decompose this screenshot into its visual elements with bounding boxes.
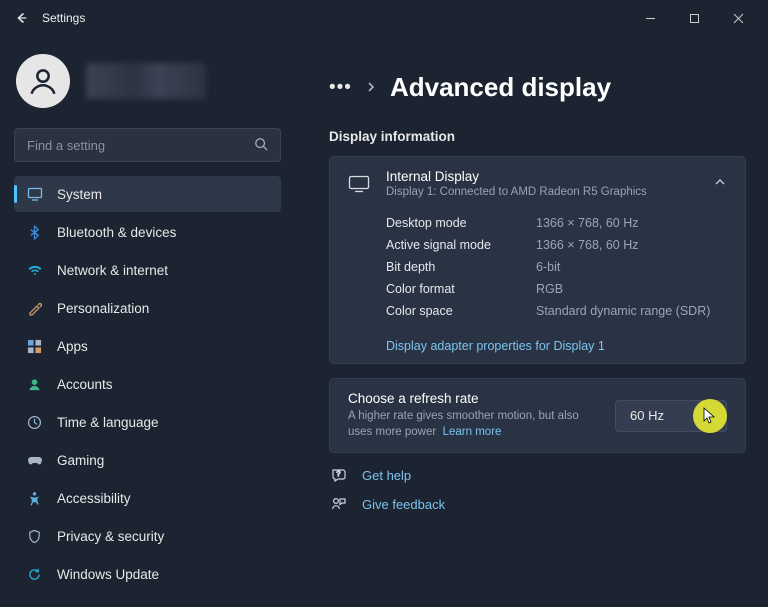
info-value: RGB: [536, 282, 563, 296]
refresh-subtitle: A higher rate gives smoother motion, but…: [348, 409, 601, 440]
info-row: Color format RGB: [386, 278, 741, 300]
monitor-icon: [348, 175, 370, 193]
close-button[interactable]: [716, 3, 760, 33]
display-info-card: Internal Display Display 1: Connected to…: [329, 156, 746, 364]
accounts-icon: [26, 376, 43, 393]
nav-list: System Bluetooth & devices Network & int…: [14, 176, 281, 592]
sidebar-item-personalization[interactable]: Personalization: [14, 290, 281, 326]
refresh-title: Choose a refresh rate: [348, 391, 601, 406]
accessibility-icon: [26, 490, 43, 507]
give-feedback-link[interactable]: Give feedback: [331, 496, 746, 513]
search-box[interactable]: [14, 128, 281, 162]
sidebar-item-label: Personalization: [57, 301, 149, 316]
footer-link-label: Get help: [362, 468, 411, 483]
titlebar: Settings: [0, 0, 768, 36]
sidebar-item-update[interactable]: Windows Update: [14, 556, 281, 592]
minimize-button[interactable]: [628, 3, 672, 33]
sidebar-item-apps[interactable]: Apps: [14, 328, 281, 364]
page-title: Advanced display: [390, 72, 611, 103]
sidebar-item-label: Gaming: [57, 453, 104, 468]
system-icon: [26, 186, 43, 203]
info-label: Color format: [386, 282, 536, 296]
gaming-icon: [26, 452, 43, 469]
footer-link-label: Give feedback: [362, 497, 445, 512]
privacy-icon: [26, 528, 43, 545]
sidebar-item-time[interactable]: Time & language: [14, 404, 281, 440]
sidebar-item-gaming[interactable]: Gaming: [14, 442, 281, 478]
chevron-down-icon: [708, 409, 718, 422]
info-label: Active signal mode: [386, 238, 536, 252]
feedback-icon: [331, 496, 348, 513]
sidebar-item-network[interactable]: Network & internet: [14, 252, 281, 288]
search-input[interactable]: [27, 138, 254, 153]
sidebar-item-system[interactable]: System: [14, 176, 281, 212]
breadcrumb: ••• Advanced display: [329, 72, 746, 103]
sidebar-item-label: Accessibility: [57, 491, 131, 506]
sidebar-item-label: Network & internet: [57, 263, 168, 278]
bluetooth-icon: [26, 224, 43, 241]
avatar: [16, 54, 70, 108]
sidebar-item-label: System: [57, 187, 102, 202]
dropdown-value: 60 Hz: [630, 408, 664, 423]
network-icon: [26, 262, 43, 279]
info-row: Desktop mode 1366 × 768, 60 Hz: [386, 212, 741, 234]
info-value: 1366 × 768, 60 Hz: [536, 238, 639, 252]
chevron-right-icon: [366, 80, 376, 96]
main-content: ••• Advanced display Display information…: [295, 36, 768, 607]
breadcrumb-ellipsis[interactable]: •••: [329, 77, 352, 99]
sidebar-item-privacy[interactable]: Privacy & security: [14, 518, 281, 554]
svg-text:?: ?: [337, 471, 341, 478]
chevron-up-icon[interactable]: [713, 175, 727, 192]
info-label: Desktop mode: [386, 216, 536, 230]
update-icon: [26, 566, 43, 583]
info-row: Bit depth 6-bit: [386, 256, 741, 278]
footer-links: ? Get help Give feedback: [329, 467, 746, 513]
sidebar: System Bluetooth & devices Network & int…: [0, 36, 295, 607]
sidebar-item-accounts[interactable]: Accounts: [14, 366, 281, 402]
info-label: Bit depth: [386, 260, 536, 274]
back-icon[interactable]: [14, 11, 28, 25]
section-title: Display information: [329, 129, 746, 144]
sidebar-item-label: Apps: [57, 339, 88, 354]
sidebar-item-accessibility[interactable]: Accessibility: [14, 480, 281, 516]
learn-more-link[interactable]: Learn more: [443, 426, 502, 438]
sidebar-item-label: Windows Update: [57, 567, 159, 582]
info-value: Standard dynamic range (SDR): [536, 304, 710, 318]
adapter-properties-link[interactable]: Display adapter properties for Display 1: [386, 339, 605, 353]
info-value: 1366 × 768, 60 Hz: [536, 216, 639, 230]
personalization-icon: [26, 300, 43, 317]
sidebar-item-label: Time & language: [57, 415, 159, 430]
search-icon: [254, 137, 268, 154]
display-card-title: Internal Display: [386, 169, 697, 184]
profile-name-redacted: [86, 63, 206, 99]
sidebar-item-label: Bluetooth & devices: [57, 225, 176, 240]
help-icon: ?: [331, 467, 348, 484]
refresh-rate-dropdown[interactable]: 60 Hz: [615, 400, 727, 432]
sidebar-item-label: Privacy & security: [57, 529, 164, 544]
info-value: 6-bit: [536, 260, 560, 274]
apps-icon: [26, 338, 43, 355]
refresh-rate-card: Choose a refresh rate A higher rate give…: [329, 378, 746, 453]
sidebar-item-bluetooth[interactable]: Bluetooth & devices: [14, 214, 281, 250]
sidebar-item-label: Accounts: [57, 377, 113, 392]
maximize-button[interactable]: [672, 3, 716, 33]
display-info-rows: Desktop mode 1366 × 768, 60 Hz Active si…: [330, 210, 745, 330]
app-title: Settings: [42, 11, 85, 25]
display-card-header[interactable]: Internal Display Display 1: Connected to…: [330, 157, 745, 210]
profile-block[interactable]: [16, 54, 281, 108]
info-row: Color space Standard dynamic range (SDR): [386, 300, 741, 322]
info-row: Active signal mode 1366 × 768, 60 Hz: [386, 234, 741, 256]
info-label: Color space: [386, 304, 536, 318]
get-help-link[interactable]: ? Get help: [331, 467, 746, 484]
time-icon: [26, 414, 43, 431]
display-card-subtitle: Display 1: Connected to AMD Radeon R5 Gr…: [386, 186, 697, 198]
